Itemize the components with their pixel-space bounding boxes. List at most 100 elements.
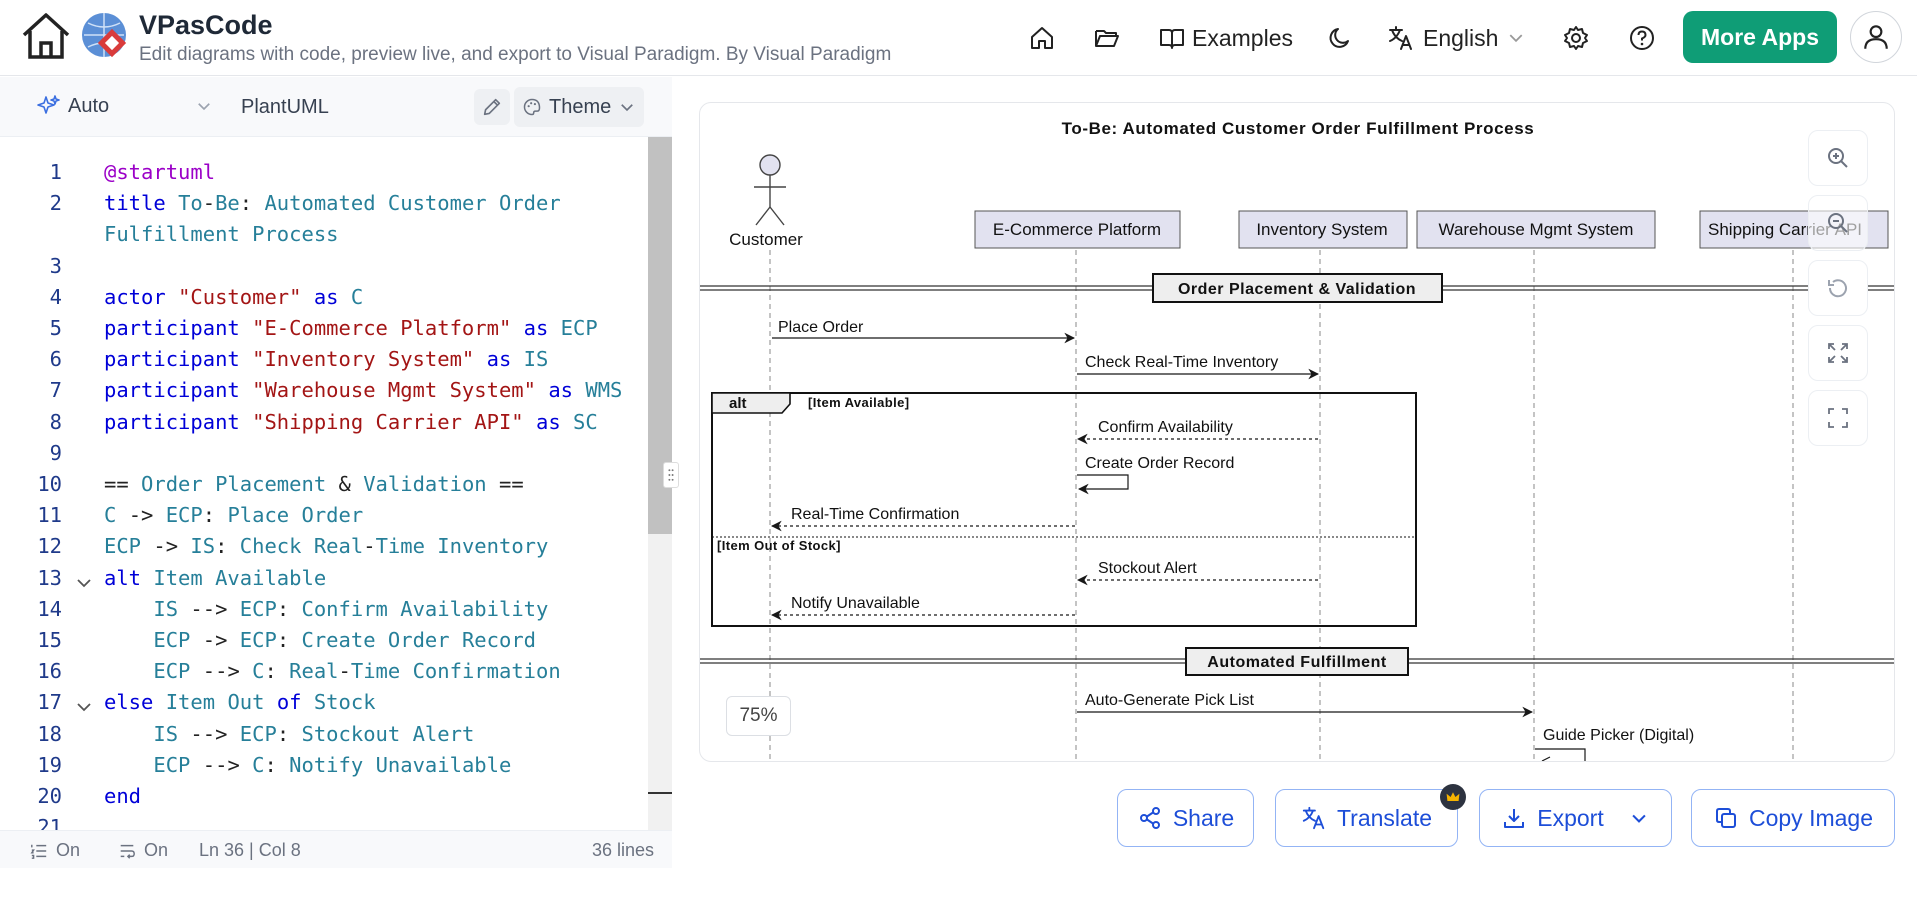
help-circle-icon <box>1630 26 1654 50</box>
line-number: 11 <box>37 503 62 528</box>
code-text: title To-Be: Automated Customer Order <box>104 191 561 216</box>
code-line[interactable]: 2 title To-Be: Automated Customer Order <box>0 191 640 222</box>
code-line[interactable]: 6 participant "Inventory System" as IS <box>0 347 640 378</box>
fold-chevron-icon[interactable] <box>76 572 92 588</box>
line-number: 7 <box>49 378 62 403</box>
fold-chevron-icon[interactable] <box>76 696 92 712</box>
code-text: == Order Placement & Validation == <box>104 472 524 496</box>
help-button[interactable] <box>1628 18 1656 58</box>
examples-label: Examples <box>1192 24 1293 51</box>
reset-view-button[interactable] <box>1808 260 1868 316</box>
open-folder-button[interactable] <box>1093 18 1121 58</box>
code-line[interactable]: 20 end <box>0 784 640 815</box>
line-numbers-toggle[interactable]: On <box>30 840 80 861</box>
message-label: Check Real-Time Inventory <box>1085 354 1278 371</box>
message-label: Stockout Alert <box>1098 560 1197 577</box>
theme-label: Theme <box>549 95 612 118</box>
dark-mode-toggle[interactable] <box>1326 18 1354 58</box>
home-logo-icon[interactable] <box>20 11 72 61</box>
code-text: IS --> ECP: Stockout Alert <box>153 721 475 746</box>
code-text: participant "E-Commerce Platform" as ECP <box>104 316 598 340</box>
share-button[interactable]: Share <box>1117 789 1254 847</box>
message-label: Create Order Record <box>1085 455 1234 472</box>
message-arrow-self-guide-picker <box>1535 748 1586 761</box>
zoom-out-button[interactable] <box>1808 195 1868 251</box>
translate-button[interactable]: Translate <box>1275 789 1458 847</box>
code-line[interactable]: 13 alt Item Available <box>0 566 640 597</box>
translate-icon <box>1302 806 1325 830</box>
chevron-down-icon <box>621 104 634 112</box>
user-account-button[interactable] <box>1850 11 1902 63</box>
code-line[interactable]: 14 IS --> ECP: Confirm Availability <box>0 597 640 628</box>
language-selector[interactable]: English <box>1387 18 1526 58</box>
code-line[interactable]: 5 participant "E-Commerce Platform" as EC… <box>0 316 640 347</box>
diagram-preview[interactable]: To-Be: Automated Customer Order Fulfillm… <box>699 102 1895 762</box>
panel-resize-handle[interactable] <box>663 462 679 488</box>
zoom-in-button[interactable] <box>1808 130 1868 186</box>
code-text: end <box>104 784 142 808</box>
zoom-in-icon <box>1828 148 1848 168</box>
fullscreen-button[interactable] <box>1808 390 1868 446</box>
edit-button[interactable] <box>474 89 510 125</box>
editor-toolbar: Auto PlantUML Theme <box>0 77 672 137</box>
code-line[interactable]: 17 else Item Out of Stock <box>0 690 640 721</box>
settings-button[interactable] <box>1562 18 1590 58</box>
list-numbered-icon <box>30 844 47 859</box>
examples-button[interactable]: Examples <box>1158 18 1293 58</box>
code-text: else Item Out of Stock <box>104 690 376 715</box>
zoom-level-indicator: 75% <box>726 696 791 736</box>
copy-image-button[interactable]: Copy Image <box>1691 789 1895 847</box>
code-editor[interactable]: 1 @startuml 2 title To-Be: Automated Custom… <box>0 137 672 907</box>
share-label: Share <box>1172 804 1235 831</box>
code-line[interactable]: 16 ECP --> C: Real-Time Confirmation <box>0 659 640 690</box>
user-icon <box>1864 25 1888 49</box>
else-guard: [Item Out of Stock] <box>717 538 841 553</box>
theme-selector[interactable]: Theme <box>514 87 644 127</box>
pencil-icon <box>483 98 501 116</box>
code-line[interactable]: 8 participant "Shipping Carrier API" as S… <box>0 410 640 441</box>
word-wrap-toggle[interactable]: On <box>118 840 168 861</box>
code-text: C -> ECP: Place Order <box>104 503 364 528</box>
gear-icon <box>1564 26 1588 50</box>
code-line[interactable]: 9 <box>0 441 640 472</box>
app-header: VPasCode Edit diagrams with code, previe… <box>0 0 1917 76</box>
code-line[interactable]: 1 @startuml <box>0 160 640 191</box>
code-text: actor "Customer" as C <box>104 284 364 309</box>
expand-arrows-icon <box>1828 343 1848 363</box>
code-line[interactable]: 11 C -> ECP: Place Order <box>0 503 640 534</box>
line-numbers-status: On <box>56 840 81 860</box>
app-subtitle: Edit diagrams with code, preview live, a… <box>139 44 892 65</box>
code-line[interactable]: 18 IS --> ECP: Stockout Alert <box>0 722 640 753</box>
book-open-icon <box>1160 29 1184 49</box>
line-number: 16 <box>37 659 62 684</box>
code-line[interactable]: 15 ECP -> ECP: Create Order Record <box>0 628 640 659</box>
code-line[interactable]: 3 <box>0 254 640 285</box>
code-line[interactable]: 12 ECP -> IS: Check Real-Time Inventory <box>0 534 640 565</box>
divider-order-placement: Order Placement & Validation <box>700 273 1894 303</box>
line-number: 20 <box>37 784 62 808</box>
export-label: Export <box>1537 804 1604 831</box>
line-number: 13 <box>37 565 62 590</box>
crown-icon <box>1446 792 1460 801</box>
code-line[interactable]: 10 == Order Placement & Validation == <box>0 472 640 503</box>
home-icon <box>1031 27 1053 49</box>
code-line[interactable]: Fulfillment Process <box>0 222 640 253</box>
scroll-position-marker <box>648 792 672 794</box>
code-line[interactable]: 19 ECP --> C: Notify Unavailable <box>0 753 640 784</box>
fit-to-screen-button[interactable] <box>1808 325 1868 381</box>
sparkles-icon <box>37 95 60 114</box>
code-line[interactable]: 7 participant "Warehouse Mgmt System" as … <box>0 378 640 409</box>
message-label: Real-Time Confirmation <box>791 506 959 523</box>
code-text: IS --> ECP: Confirm Availability <box>153 596 549 621</box>
line-number: 18 <box>37 721 62 746</box>
mode-selector[interactable]: Auto <box>36 94 213 118</box>
line-number: 4 <box>49 284 62 309</box>
code-text: ECP -> IS: Check Real-Time Inventory <box>104 534 549 559</box>
more-apps-button[interactable]: More Apps <box>1683 11 1837 63</box>
code-line[interactable]: 4 actor "Customer" as C <box>0 285 640 316</box>
chevron-down-icon <box>198 103 210 111</box>
export-button[interactable]: Export <box>1479 789 1672 847</box>
home-button[interactable] <box>1028 18 1056 58</box>
participant-ecp: E-Commerce Platform <box>974 210 1181 249</box>
palette-icon <box>523 98 541 116</box>
